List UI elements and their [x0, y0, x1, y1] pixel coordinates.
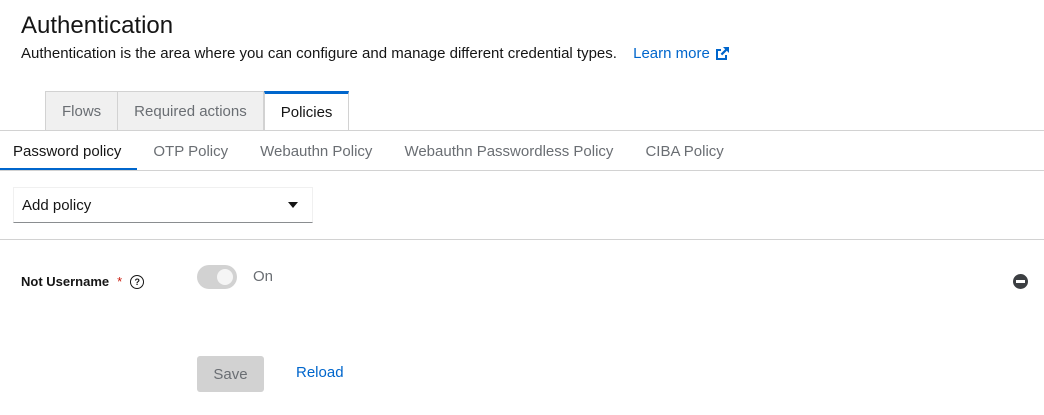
page-description: Authentication is the area where you can…	[21, 45, 730, 62]
section-divider	[0, 239, 1044, 240]
external-link-icon	[715, 46, 729, 60]
subtab-webauthn-policy[interactable]: Webauthn Policy	[244, 131, 388, 171]
caret-down-icon	[288, 202, 298, 208]
required-marker: *	[117, 274, 123, 289]
add-policy-label: Add policy	[22, 196, 92, 214]
subtab-webauthn-policy-label: Webauthn Policy	[260, 142, 373, 160]
subtab-webauthn-passwordless-policy[interactable]: Webauthn Passwordless Policy	[388, 131, 629, 171]
learn-more-label: Learn more	[633, 45, 710, 62]
main-tabs: Flows Required actions Policies	[45, 91, 350, 131]
authentication-page: Authentication Authentication is the are…	[0, 0, 1044, 415]
tab-required-actions-label: Required actions	[134, 103, 247, 120]
question-circle-icon[interactable]: ?	[130, 274, 145, 289]
add-policy-dropdown[interactable]: Add policy	[13, 187, 313, 223]
reload-button[interactable]: Reload	[296, 364, 344, 381]
subtab-otp-policy-label: OTP Policy	[153, 142, 229, 160]
subtab-ciba-policy-label: CIBA Policy	[645, 142, 724, 160]
subtab-webauthn-passwordless-policy-label: Webauthn Passwordless Policy	[404, 142, 614, 160]
tab-flows-label: Flows	[62, 103, 102, 120]
tab-policies[interactable]: Policies	[263, 91, 350, 131]
policy-name: Not Username	[21, 274, 110, 289]
tab-required-actions[interactable]: Required actions	[118, 91, 264, 131]
toggle-knob	[217, 269, 233, 285]
learn-more-link[interactable]: Learn more	[633, 45, 730, 62]
subtab-password-policy-label: Password policy	[13, 142, 122, 160]
tab-flows[interactable]: Flows	[45, 91, 119, 131]
subtabs-divider	[0, 170, 1044, 171]
subtab-password-policy[interactable]: Password policy	[0, 131, 138, 171]
tab-policies-label: Policies	[280, 104, 333, 121]
minus-circle-icon[interactable]	[1013, 274, 1028, 289]
subtab-ciba-policy[interactable]: CIBA Policy	[629, 131, 739, 171]
policy-field-label: Not Username * ?	[21, 274, 145, 289]
toggle-label: On	[253, 268, 274, 285]
subtab-otp-policy[interactable]: OTP Policy	[137, 131, 244, 171]
policy-tabs: Password policy OTP Policy Webauthn Poli…	[0, 131, 740, 171]
not-username-toggle[interactable]	[197, 265, 237, 289]
description-text: Authentication is the area where you can…	[21, 45, 617, 62]
save-button[interactable]: Save	[197, 356, 264, 392]
page-title: Authentication	[21, 12, 174, 39]
